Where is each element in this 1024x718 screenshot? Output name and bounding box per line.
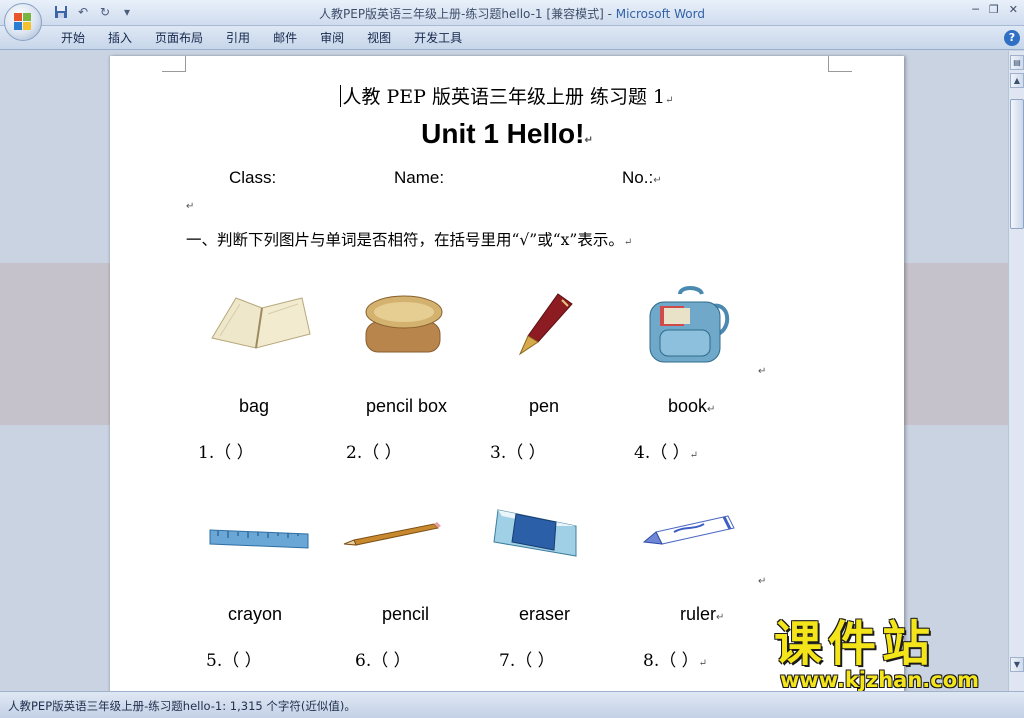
document-title-text: 人教 PEP 版英语三年级上册 练习题 1: [342, 86, 666, 108]
unit-title: Unit 1 Hello!↵: [110, 118, 904, 150]
tab-home[interactable]: 开始: [52, 30, 99, 46]
answer-blank-7[interactable]: 7.（ ）: [499, 646, 555, 671]
name-label: Name:: [394, 168, 445, 187]
close-icon[interactable]: ✕: [1009, 3, 1018, 16]
paragraph-mark: ↵: [623, 237, 633, 248]
scroll-up-icon[interactable]: ▲: [1010, 73, 1024, 88]
word-label: eraser: [519, 604, 571, 624]
word-label: pencil box: [366, 396, 448, 416]
answer-blank-8[interactable]: 8.（ ）↵: [643, 646, 707, 671]
word-label-text: book: [668, 396, 708, 416]
office-logo-icon: [14, 13, 31, 30]
word-label: ruler↵: [680, 604, 724, 625]
word-label: bag: [239, 396, 270, 416]
crayon-picture: [642, 515, 735, 545]
title-bar: ↶ ↻ ▾ 人教PEP版英语三年级上册-练习题hello-1 [兼容模式] - …: [0, 0, 1024, 26]
word-label-text: ruler: [680, 604, 717, 624]
app-name: Microsoft Word: [615, 7, 705, 21]
ribbon-tabs: 开始 插入 页面布局 引用 邮件 审阅 视图 开发工具: [52, 30, 476, 46]
tab-insert[interactable]: 插入: [99, 30, 146, 46]
unit-title-text: Unit 1 Hello!: [421, 118, 585, 149]
paragraph-mark: ↵: [698, 658, 708, 669]
pen-picture: [518, 293, 573, 356]
ruler-picture: [209, 529, 309, 549]
word-label: book↵: [668, 396, 715, 417]
paragraph-mark: ↵: [689, 450, 699, 461]
paragraph-mark: ↵: [584, 135, 593, 146]
office-button[interactable]: [4, 3, 42, 41]
scrollbar-thumb[interactable]: [1010, 99, 1024, 229]
tab-references[interactable]: 引用: [217, 30, 264, 46]
tab-developer[interactable]: 开发工具: [405, 30, 476, 46]
pencil-picture: [343, 522, 441, 546]
paragraph-mark: ↵: [653, 175, 662, 186]
watermark-url: www.kjzhan.com: [780, 668, 980, 692]
document-workspace: 人教 PEP 版英语三年级上册 练习题 1↵ Unit 1 Hello!↵ Cl…: [0, 51, 1008, 691]
question-heading: 一、判断下列图片与单词是否相符，在括号里用“√”或“x”表示。↵: [186, 228, 632, 250]
status-bar: 人教PEP版英语三年级上册-练习题hello-1: 1,315 个字符(近似值)…: [0, 691, 1024, 718]
word-label: crayon: [228, 604, 283, 624]
watermark-chinese: 课件站: [774, 616, 937, 672]
class-label: Class:: [229, 168, 277, 187]
help-icon[interactable]: ?: [1004, 30, 1020, 46]
document-name: 人教PEP版英语三年级上册-练习题hello-1 [兼容模式]: [319, 7, 604, 21]
paragraph-mark: ↵: [665, 95, 674, 106]
answer-blank-4-text[interactable]: 4.（ ）: [634, 443, 690, 463]
word-label: pen: [529, 396, 560, 416]
question-text: 一、判断下列图片与单词是否相符，在括号里用“√”或“x”表示。: [186, 231, 624, 249]
window-controls: ─ ❐ ✕: [972, 3, 1018, 16]
answer-blank-6[interactable]: 6.（ ）: [355, 646, 411, 671]
number-label: No.:↵: [622, 168, 662, 188]
paragraph-mark: ↵: [716, 612, 725, 623]
minimize-icon[interactable]: ─: [972, 3, 979, 16]
margin-corner-mark: [162, 56, 186, 72]
answer-blank-5[interactable]: 5.（ ）: [206, 646, 262, 671]
answer-blank-8-text[interactable]: 8.（ ）: [643, 651, 699, 671]
answer-blank-2[interactable]: 2.（ ）: [346, 438, 402, 463]
bag-picture: [649, 286, 729, 363]
ribbon: 开始 插入 页面布局 引用 邮件 审阅 视图 开发工具 ?: [0, 26, 1024, 50]
eraser-picture: [493, 509, 577, 557]
paragraph-mark: ↵: [758, 576, 767, 587]
tab-page-layout[interactable]: 页面布局: [146, 30, 217, 46]
paragraph-mark: ↵: [758, 366, 767, 377]
answer-blank-1[interactable]: 1.（ ）: [198, 438, 254, 463]
book-picture: [211, 297, 311, 349]
watermark: 课件站 www.kjzhan.com: [774, 616, 1014, 694]
answer-blank-3[interactable]: 3.（ ）: [490, 438, 546, 463]
vertical-scrollbar[interactable]: ▤ ▲ ▼: [1008, 51, 1024, 691]
restore-icon[interactable]: ❐: [989, 3, 999, 16]
tab-mailings[interactable]: 邮件: [264, 30, 311, 46]
ruler-toggle-icon[interactable]: ▤: [1010, 55, 1024, 70]
paragraph-mark: ↵: [186, 201, 195, 212]
paragraph-mark: ↵: [707, 404, 716, 415]
pencil-box-picture: [365, 295, 443, 353]
tab-review[interactable]: 审阅: [311, 30, 358, 46]
status-text: 人教PEP版英语三年级上册-练习题hello-1: 1,315 个字符(近似值)…: [8, 699, 356, 713]
number-label-text: No.:: [622, 168, 654, 187]
word-label: pencil: [382, 604, 430, 624]
document-page[interactable]: 人教 PEP 版英语三年级上册 练习题 1↵ Unit 1 Hello!↵ Cl…: [110, 56, 904, 691]
document-title: 人教 PEP 版英语三年级上册 练习题 1↵: [110, 82, 904, 109]
title-separator: -: [603, 7, 616, 21]
window-title: 人教PEP版英语三年级上册-练习题hello-1 [兼容模式] - Micros…: [0, 5, 1024, 22]
margin-corner-mark: [828, 56, 852, 72]
tab-view[interactable]: 视图: [358, 30, 405, 46]
answer-blank-4[interactable]: 4.（ ）↵: [634, 438, 698, 463]
